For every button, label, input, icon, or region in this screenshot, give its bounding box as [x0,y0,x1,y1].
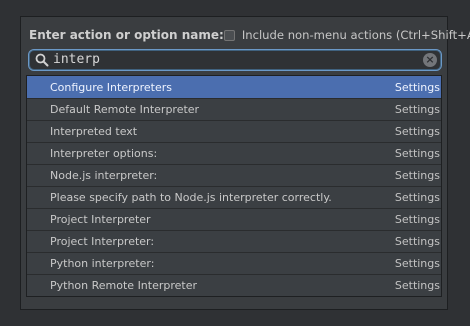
clear-search-icon[interactable]: × [423,53,437,67]
result-name: Please specify path to Node.js interpret… [50,191,332,204]
result-row[interactable]: Python Remote Interpreter Settings [27,274,441,296]
result-group: Settings [394,169,440,182]
result-group: Settings [394,213,440,226]
result-row[interactable]: Interpreter options: Settings [27,142,441,164]
result-row[interactable]: Default Remote Interpreter Settings [27,98,441,120]
result-name: Project Interpreter [50,213,151,226]
result-name: Interpreted text [50,125,138,138]
result-row[interactable]: Python interpreter: Settings [27,252,441,274]
goto-action-popup-frame: Enter action or option name: Include non… [0,0,470,326]
result-group: Settings [394,279,440,292]
result-group: Settings [394,147,440,160]
result-name: Project Interpreter: [50,235,155,248]
search-icon [35,53,49,67]
result-name: Python interpreter: [50,257,155,270]
result-group: Settings [394,103,440,116]
include-non-menu-actions-checkbox[interactable] [223,29,235,41]
result-name: Node.js interpreter: [50,169,158,182]
include-non-menu-actions-label[interactable]: Include non-menu actions (Ctrl+Shift+A) [242,28,470,42]
include-non-menu-actions-option[interactable]: Include non-menu actions (Ctrl+Shift+A) [223,28,470,42]
result-name: Default Remote Interpreter [50,103,200,116]
result-group: Settings [394,80,440,94]
result-group: Settings [394,235,440,248]
search-field[interactable]: × [28,49,442,71]
result-row[interactable]: Project Interpreter: Settings [27,230,441,252]
dialog-title: Enter action or option name: [29,28,224,42]
result-row[interactable]: Interpreted text Settings [27,120,441,142]
result-group: Settings [394,257,440,270]
result-name: Python Remote Interpreter [50,279,198,292]
result-row[interactable]: Please specify path to Node.js interpret… [27,186,441,208]
dialog-header: Enter action or option name: Include non… [29,25,470,45]
result-name: Configure Interpreters [50,80,172,94]
result-group: Settings [394,125,440,138]
result-row[interactable]: Node.js interpreter: Settings [27,164,441,186]
results-list[interactable]: Configure Interpreters Settings Default Re… [26,75,442,297]
result-row[interactable]: Project Interpreter Settings [27,208,441,230]
search-input[interactable] [53,51,403,69]
result-row[interactable]: Configure Interpreters Settings [27,76,441,98]
result-group: Settings [394,191,440,204]
result-name: Interpreter options: [50,147,158,160]
